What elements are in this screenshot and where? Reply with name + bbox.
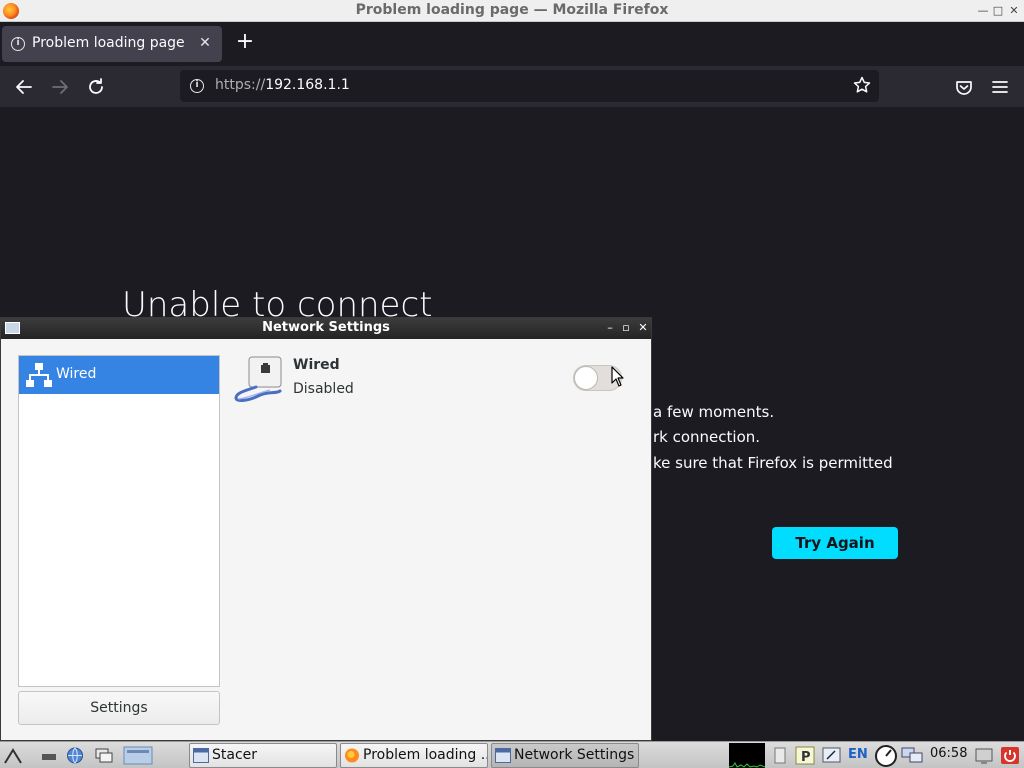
list-item-label: Wired xyxy=(56,366,97,382)
error-line: a few moments. xyxy=(653,403,775,421)
network-settings-app-icon xyxy=(495,748,511,763)
taskbar-item-stacer[interactable]: Stacer xyxy=(189,743,337,768)
minimize-button[interactable]: — xyxy=(975,3,991,19)
taskbar: Stacer Problem loading ... Network Setti… xyxy=(0,741,1024,768)
ethernet-device-icon xyxy=(234,356,282,402)
tab-bar: i Problem loading page ✕ + xyxy=(0,22,1024,66)
back-button[interactable] xyxy=(11,74,37,100)
window-switcher-icon[interactable] xyxy=(94,746,114,765)
error-line: ke sure that Firefox is permitted xyxy=(653,454,893,472)
taskbar-item-label: Stacer xyxy=(212,747,258,763)
url-scheme: https:// xyxy=(215,77,266,93)
close-button[interactable]: ✕ xyxy=(1006,3,1022,19)
stacer-app-icon xyxy=(193,748,209,763)
dialog-titlebar[interactable]: Network Settings – ▫ ✕ xyxy=(1,318,651,339)
tab-problem-loading[interactable]: i Problem loading page ✕ xyxy=(2,26,222,62)
start-menu-icon[interactable] xyxy=(3,746,23,765)
speedometer-icon[interactable] xyxy=(874,744,898,767)
site-info-icon[interactable]: i xyxy=(190,79,204,93)
mouse-cursor-icon xyxy=(611,366,624,387)
dialog-minimize-button[interactable]: – xyxy=(603,320,617,336)
taskbar-item-network-settings[interactable]: Network Settings xyxy=(491,743,639,768)
search-tool-icon[interactable] xyxy=(822,746,842,765)
navigation-toolbar: i https://192.168.1.1 xyxy=(0,66,1024,107)
wired-network-icon xyxy=(26,363,52,387)
svg-text:P: P xyxy=(801,750,811,765)
volume-icon[interactable] xyxy=(770,746,788,765)
hamburger-menu-icon[interactable] xyxy=(987,74,1013,100)
cpu-monitor-graph[interactable] xyxy=(729,743,765,768)
error-line: rk connection. xyxy=(653,428,761,446)
clock[interactable]: 06:58 xyxy=(930,746,967,761)
network-settings-window: Network Settings – ▫ ✕ Wired Settings Wi… xyxy=(0,317,652,741)
taskbar-item-firefox[interactable]: Problem loading ... xyxy=(340,743,488,768)
browser-launcher-icon[interactable] xyxy=(65,746,85,765)
bookmark-star-icon[interactable] xyxy=(851,75,873,97)
file-manager-icon[interactable] xyxy=(123,746,153,765)
device-status: Disabled xyxy=(293,381,354,397)
show-desktop-icon[interactable] xyxy=(39,746,59,765)
url-bar[interactable]: i https://192.168.1.1 xyxy=(180,70,879,102)
dialog-close-button[interactable]: ✕ xyxy=(636,320,650,336)
network-tray-icon[interactable] xyxy=(901,746,923,765)
maximize-button[interactable]: □ xyxy=(990,3,1006,19)
settings-button[interactable]: Settings xyxy=(18,691,220,725)
new-tab-button[interactable]: + xyxy=(233,30,257,54)
device-name: Wired xyxy=(293,357,340,373)
reload-button[interactable] xyxy=(83,74,109,100)
taskbar-item-label: Network Settings xyxy=(514,747,635,763)
keyboard-layout-indicator[interactable]: EN xyxy=(848,747,868,762)
forward-button[interactable] xyxy=(47,74,73,100)
dialog-title: Network Settings xyxy=(262,320,390,335)
info-icon: i xyxy=(11,37,25,51)
tab-label: Problem loading page xyxy=(32,35,185,51)
close-tab-icon[interactable]: ✕ xyxy=(196,34,214,52)
clipboard-p-icon[interactable]: P xyxy=(795,746,815,765)
toggle-knob xyxy=(574,366,598,390)
try-again-button[interactable]: Try Again xyxy=(772,527,898,559)
pocket-icon[interactable] xyxy=(951,74,977,100)
url-text[interactable]: https://192.168.1.1 xyxy=(215,77,350,93)
firefox-app-icon xyxy=(345,748,359,763)
window-title: Problem loading page — Mozilla Firefox xyxy=(355,2,669,18)
taskbar-item-label: Problem loading ... xyxy=(363,747,488,763)
url-host: 192.168.1.1 xyxy=(265,77,350,93)
power-icon[interactable] xyxy=(1000,746,1020,765)
dialog-maximize-button[interactable]: ▫ xyxy=(619,320,633,336)
lock-screen-icon[interactable] xyxy=(974,746,994,765)
list-item-wired[interactable]: Wired xyxy=(19,356,219,394)
firefox-titlebar: Problem loading page — Mozilla Firefox —… xyxy=(0,0,1024,22)
connection-list: Wired xyxy=(18,355,220,687)
